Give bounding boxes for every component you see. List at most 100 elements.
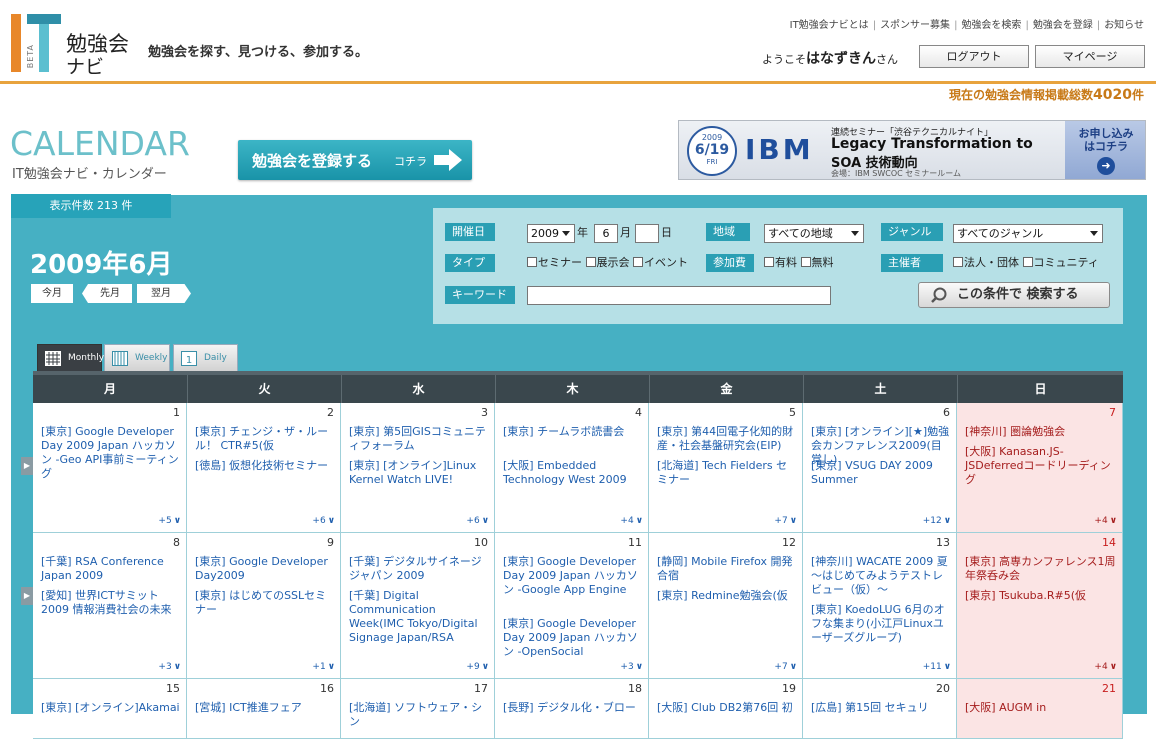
event-link[interactable]: [宮城] ICT推進フェア	[195, 701, 335, 715]
register-event-button[interactable]: 勉強会を登録する コチラ	[238, 140, 472, 180]
host-community-checkbox[interactable]: コミュニティ	[1022, 256, 1099, 269]
tab-daily[interactable]: 1 Daily	[173, 344, 238, 371]
mypage-button[interactable]: マイページ	[1035, 45, 1145, 68]
more-events-link[interactable]: +4 ∨	[620, 516, 643, 526]
arrow-right-icon: ➜	[1097, 157, 1115, 175]
event-link[interactable]: [千葉] Digital Communication Week(IMC Toky…	[349, 589, 489, 645]
event-link[interactable]: [東京] はじめてのSSLセミナー	[195, 589, 335, 617]
more-events-link[interactable]: +4 ∨	[1094, 516, 1117, 526]
more-events-link[interactable]: +4 ∨	[1094, 662, 1117, 672]
nav-about[interactable]: IT勉強会ナビとは	[790, 20, 869, 31]
event-link[interactable]: [静岡] Mobile Firefox 開発合宿	[657, 555, 797, 583]
expand-week-icon[interactable]: ▶	[21, 587, 33, 605]
site-logo[interactable]: BETA 勉強会 ナビ	[11, 14, 131, 78]
more-events-link[interactable]: +5 ∨	[158, 516, 181, 526]
total-count: 現在の勉強会情報掲載総数4020件	[949, 87, 1144, 103]
chevron-down-icon: ∨	[1109, 516, 1117, 526]
event-link[interactable]: [愛知] 世界ICTサミット2009 情報消費社会の未来	[41, 589, 181, 617]
prev-month-button[interactable]: 先月	[82, 284, 132, 303]
fee-paid-checkbox[interactable]: 有料	[764, 256, 797, 269]
chevron-down-icon: ∨	[789, 662, 797, 672]
day-number: 4	[635, 406, 642, 419]
event-link[interactable]: [広島] 第15回 セキュリ	[811, 701, 951, 715]
more-events-link[interactable]: +3 ∨	[158, 662, 181, 672]
current-month: 2009年6月	[30, 250, 173, 280]
event-link[interactable]: [東京] Google Developer Day2009	[195, 555, 335, 583]
event-link[interactable]: [千葉] RSA Conference Japan 2009	[41, 555, 181, 583]
nav-sponsor[interactable]: スポンサー募集	[880, 20, 950, 31]
this-month-button[interactable]: 今月	[31, 284, 73, 303]
day-input[interactable]	[635, 224, 659, 243]
banner-apply-button[interactable]: お申し込み はコチラ ➜	[1065, 121, 1145, 179]
event-link[interactable]: [大阪] Kanasan.JS-JSDeferredコードリーディング	[965, 445, 1117, 487]
type-event-checkbox[interactable]: イベント	[633, 256, 688, 269]
event-link[interactable]: [東京] Tsukuba.R#5(仮	[965, 589, 1117, 603]
day-number: 20	[936, 682, 950, 695]
event-link[interactable]: [東京] Google Developer Day 2009 Japan ハッカ…	[503, 617, 643, 659]
event-link[interactable]: [北海道] ソフトウェア・シン	[349, 701, 489, 729]
ibm-seminar-banner[interactable]: 2009 6/19 FRI IBM 連続セミナー「渋谷テクニカルナイト」 Leg…	[678, 120, 1146, 180]
event-link[interactable]: [東京] Google Developer Day 2009 Japan ハッカ…	[41, 425, 181, 481]
chevron-down-icon: ∨	[789, 516, 797, 526]
nav-search[interactable]: 勉強会を検索	[961, 20, 1021, 31]
day-number: 9	[327, 536, 334, 549]
type-exhibit-checkbox[interactable]: 展示会	[585, 256, 630, 269]
event-link[interactable]: [北海道] Tech Fielders セミナー	[657, 459, 797, 487]
event-link[interactable]: [東京] [オンライン]Linux Kernel Watch LIVE!	[349, 459, 489, 487]
keyword-label: キーワード	[445, 286, 515, 304]
calendar-subtitle: IT勉強会ナビ・カレンダー	[12, 167, 167, 182]
nav-news[interactable]: お知らせ	[1104, 20, 1144, 31]
keyword-input[interactable]	[527, 286, 831, 305]
event-link[interactable]: [東京] [オンライン]Akamai	[41, 701, 181, 715]
more-events-link[interactable]: +3 ∨	[620, 662, 643, 672]
event-link[interactable]: [徳島] 仮想化技術セミナー	[195, 459, 335, 473]
weekday-tue: 火	[187, 375, 341, 403]
calendar-day-cell: 13 [神奈川] WACATE 2009 夏 〜はじめてみようテストレビュー（仮）…	[803, 533, 957, 679]
event-link[interactable]: [東京] 第44回電子化知的財産・社会基盤研究会(EIP)	[657, 425, 797, 453]
day-number: 17	[474, 682, 488, 695]
calendar-day-cell: 5 [東京] 第44回電子化知的財産・社会基盤研究会(EIP) [北海道] Tech…	[649, 403, 803, 533]
event-link[interactable]: [大阪] Club DB2第76回 初	[657, 701, 797, 715]
event-link[interactable]: [東京] VSUG DAY 2009 Summer	[811, 459, 951, 487]
event-link[interactable]: [東京] Google Developer Day 2009 Japan ハッカ…	[503, 555, 643, 597]
event-link[interactable]: [東京] 第5回GISコミュニティフォーラム	[349, 425, 489, 453]
event-link[interactable]: [東京] Redmine勉強会(仮	[657, 589, 797, 603]
more-events-link[interactable]: +7 ∨	[774, 516, 797, 526]
search-button[interactable]: この条件で 検索する	[918, 282, 1110, 308]
event-link[interactable]: [長野] デジタル化・ブロー	[503, 701, 643, 715]
banner-line-4: 会場：IBM SWCOC セミナールーム	[831, 169, 962, 178]
tab-weekly[interactable]: Weekly	[104, 344, 170, 371]
expand-week-icon[interactable]: ▶	[21, 457, 33, 475]
fee-free-checkbox[interactable]: 無料	[800, 256, 834, 269]
next-month-button[interactable]: 翌月	[137, 284, 191, 303]
event-link[interactable]: [大阪] Embedded Technology West 2009	[503, 459, 643, 487]
more-events-link[interactable]: +9 ∨	[466, 662, 489, 672]
month-input[interactable]: 6	[594, 224, 618, 243]
more-events-link[interactable]: +6 ∨	[466, 516, 489, 526]
host-corporate-checkbox[interactable]: 法人・団体	[953, 256, 1019, 269]
logout-button[interactable]: ログアウト	[919, 45, 1029, 68]
more-events-link[interactable]: +7 ∨	[774, 662, 797, 672]
calendar-day-cell: 10 [千葉] デジタルサイネージジャパン 2009 [千葉] Digital Co…	[341, 533, 495, 679]
day-number: 1	[173, 406, 180, 419]
genre-select[interactable]: すべてのジャンル	[953, 224, 1103, 243]
event-link[interactable]: [東京] KoedoLUG 6月のオフな集まり(小江戸Linuxユーザーズグルー…	[811, 603, 951, 645]
nav-register[interactable]: 勉強会を登録	[1033, 20, 1093, 31]
region-select[interactable]: すべての地域	[764, 224, 864, 243]
tab-monthly[interactable]: Monthly	[37, 344, 104, 371]
more-events-link[interactable]: +12 ∨	[923, 516, 951, 526]
more-events-link[interactable]: +6 ∨	[312, 516, 335, 526]
event-link[interactable]: [東京] チェンジ・ザ・ルール！ CTR#5(仮	[195, 425, 335, 453]
calendar-day-cell: 16 [宮城] ICT推進フェア	[187, 679, 341, 739]
more-events-link[interactable]: +1 ∨	[312, 662, 335, 672]
event-link[interactable]: [神奈川] WACATE 2009 夏 〜はじめてみようテストレビュー（仮）〜	[811, 555, 951, 597]
more-events-link[interactable]: +11 ∨	[923, 662, 951, 672]
svg-text:1: 1	[186, 355, 192, 366]
event-link[interactable]: [東京] 高専カンファレンス1周年祭呑み会	[965, 555, 1117, 583]
type-seminar-checkbox[interactable]: セミナー	[527, 256, 582, 269]
event-link[interactable]: [千葉] デジタルサイネージジャパン 2009	[349, 555, 489, 583]
event-link[interactable]: [神奈川] 圏論勉強会	[965, 425, 1117, 439]
year-select[interactable]: 2009	[527, 224, 575, 243]
event-link[interactable]: [東京] チームラボ読書会	[503, 425, 643, 439]
event-link[interactable]: [大阪] AUGM in	[965, 701, 1117, 715]
